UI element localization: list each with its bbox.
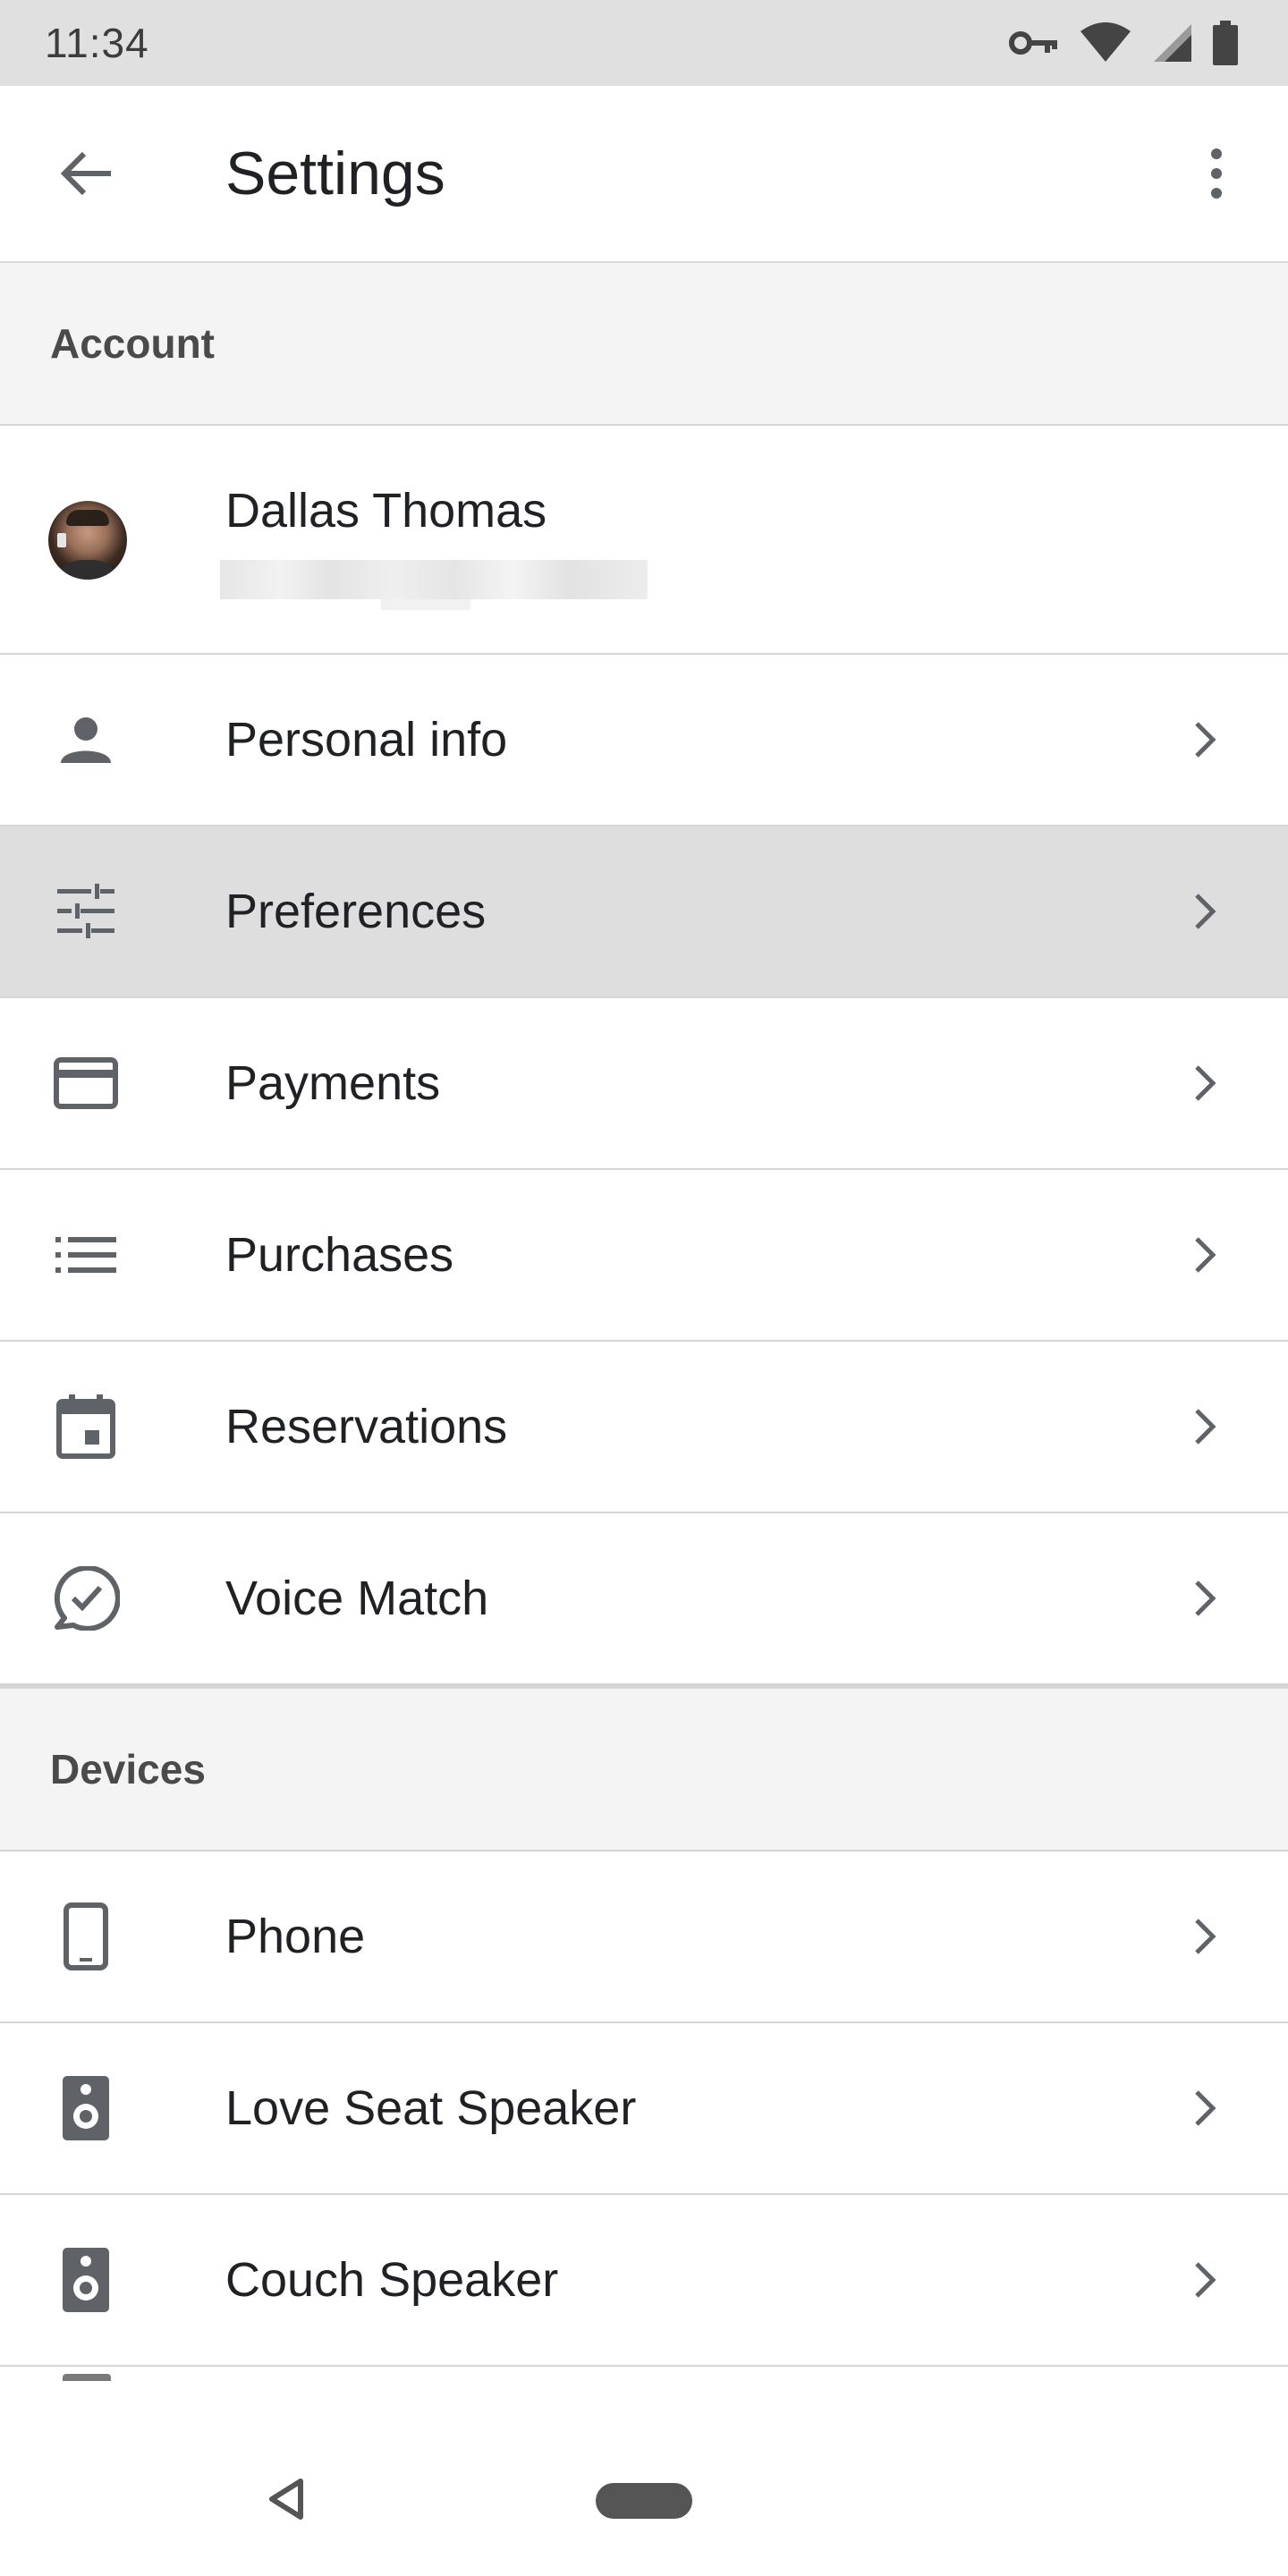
- status-bar: 11:34: [0, 0, 1288, 86]
- person-icon: [47, 700, 125, 779]
- chevron-right-icon: [1188, 1402, 1224, 1452]
- vpn-key-icon: [1009, 30, 1059, 56]
- chevron-right-icon: [1188, 1058, 1224, 1108]
- partial-list-item: [0, 2368, 1288, 2404]
- section-title-account: Account: [50, 320, 215, 367]
- list-icon: [47, 1216, 125, 1294]
- settings-item-personal-info[interactable]: Personal info: [0, 655, 1288, 826]
- device-item-label: Phone: [225, 1910, 366, 1963]
- account-name: Dallas Thomas: [225, 484, 547, 538]
- system-nav-bar: [0, 2426, 1288, 2576]
- chevron-right-icon: [1188, 1573, 1224, 1623]
- settings-item-purchases[interactable]: Purchases: [0, 1170, 1288, 1342]
- settings-item-reservations[interactable]: Reservations: [0, 1342, 1288, 1513]
- account-row[interactable]: Dallas Thomas: [0, 426, 1288, 655]
- settings-item-voice-match[interactable]: Voice Match: [0, 1513, 1288, 1689]
- calendar-icon: [47, 1387, 125, 1466]
- section-header-account: Account: [0, 263, 1288, 426]
- chevron-right-icon: [1188, 886, 1224, 936]
- chevron-right-icon: [1188, 1230, 1224, 1280]
- device-item-label: Couch Speaker: [225, 2253, 559, 2307]
- status-time: 11:34: [45, 20, 149, 66]
- nav-back-triangle-icon: [267, 2478, 306, 2525]
- device-item-label: Love Seat Speaker: [225, 2081, 637, 2135]
- status-icons: [1009, 21, 1238, 65]
- phone-icon: [47, 1897, 125, 1976]
- chevron-right-icon: [1188, 715, 1224, 765]
- more-options-button[interactable]: [1181, 140, 1252, 211]
- page-title: Settings: [225, 140, 445, 208]
- app-bar: Settings: [0, 86, 1288, 263]
- credit-card-icon: [47, 1044, 125, 1123]
- nav-back-button[interactable]: [261, 2476, 311, 2526]
- more-vert-icon: [1209, 147, 1224, 205]
- settings-item-payments[interactable]: Payments: [0, 998, 1288, 1170]
- settings-item-label: Preferences: [225, 885, 487, 938]
- account-email-redacted: [220, 560, 648, 610]
- nav-home-pill-icon[interactable]: [596, 2483, 692, 2519]
- device-item-love-seat-speaker[interactable]: Love Seat Speaker: [0, 2023, 1288, 2195]
- settings-item-label: Voice Match: [225, 1572, 489, 1625]
- settings-item-preferences[interactable]: Preferences: [0, 826, 1288, 998]
- avatar: [48, 501, 127, 580]
- section-title-devices: Devices: [50, 1746, 206, 1792]
- speaker-icon: [47, 2069, 125, 2148]
- settings-item-label: Purchases: [225, 1228, 454, 1282]
- signal-icon: [1152, 22, 1193, 64]
- battery-icon: [1213, 21, 1238, 65]
- settings-item-label: Personal info: [225, 713, 508, 767]
- back-button[interactable]: [50, 140, 122, 211]
- speaker-icon: [47, 2241, 125, 2319]
- voice-match-icon: [47, 1559, 125, 1638]
- device-item-couch-speaker[interactable]: Couch Speaker: [0, 2195, 1288, 2367]
- arrow-back-icon: [59, 150, 113, 201]
- device-item-phone[interactable]: Phone: [0, 1852, 1288, 2023]
- section-header-devices: Devices: [0, 1689, 1288, 1852]
- tune-icon: [47, 872, 125, 951]
- settings-item-label: Payments: [225, 1056, 441, 1110]
- chevron-right-icon: [1188, 1911, 1224, 1962]
- chevron-right-icon: [1188, 2083, 1224, 2133]
- partial-device-icon: [63, 2374, 111, 2381]
- settings-item-label: Reservations: [225, 1400, 508, 1453]
- chevron-right-icon: [1188, 2255, 1224, 2305]
- wifi-icon: [1079, 22, 1132, 64]
